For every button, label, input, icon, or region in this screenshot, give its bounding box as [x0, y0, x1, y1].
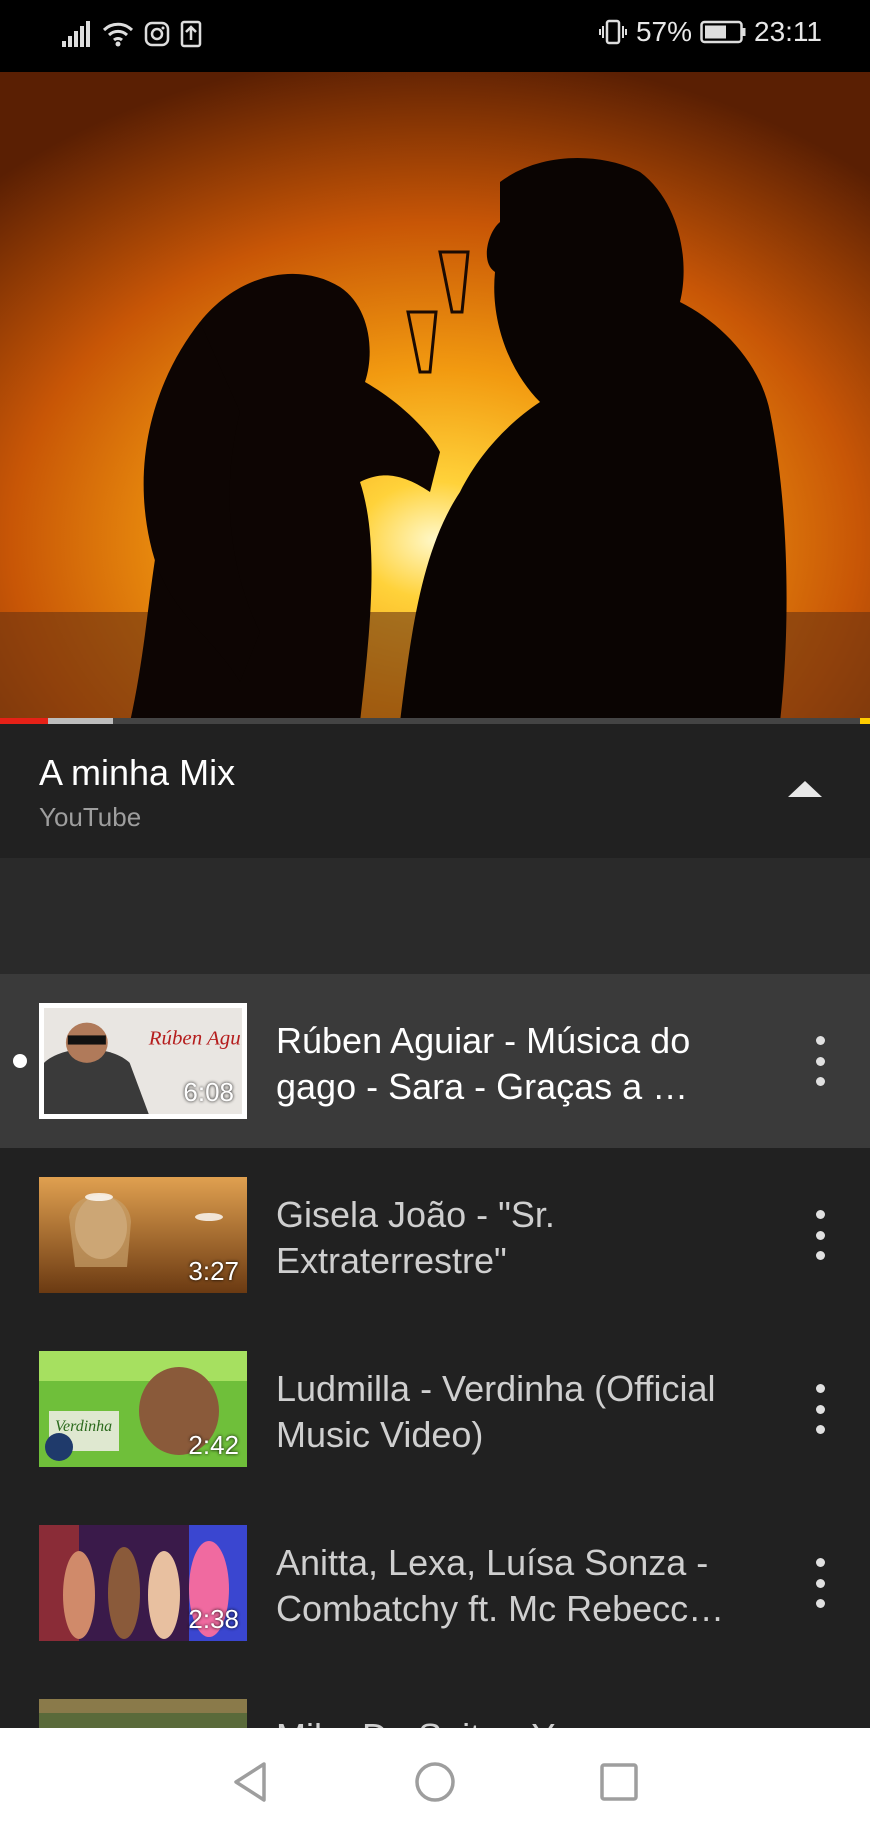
playlist-item[interactable]: Rúben Aguiar 6:08 Rúben Aguiar - Música …: [0, 974, 870, 1148]
vibrate-icon: [598, 19, 628, 45]
more-options-icon[interactable]: [800, 1032, 840, 1090]
playlist-item[interactable]: 3:27 Gisela João - "Sr. Extraterrestre": [0, 1148, 870, 1322]
status-bar: 57% 23:11: [0, 0, 870, 72]
video-duration: 6:08: [183, 1077, 234, 1107]
video-title: Ludmilla - Verdinha (Official Music Vide…: [276, 1368, 716, 1455]
battery-icon: [700, 20, 746, 44]
recents-icon: [600, 1763, 638, 1801]
playlist-spacer: [0, 858, 870, 974]
battery-percentage: 57%: [635, 16, 692, 47]
playlist-items: Rúben Aguiar 6:08 Rúben Aguiar - Música …: [0, 974, 870, 1728]
playlist-subtitle: YouTube: [39, 802, 142, 832]
back-icon: [234, 1762, 266, 1802]
video-thumbnail: Verdinha 2:42: [39, 1351, 247, 1467]
video-thumbnail: Rúben Aguiar 6:08: [39, 1003, 247, 1119]
playlist-item[interactable]: Verdinha 2:42 Ludmilla - Verdinha (Offic…: [0, 1322, 870, 1496]
thumbnail-logo-text: Verdinha: [55, 1418, 112, 1435]
upload-icon: [180, 20, 202, 48]
playlist-item[interactable]: 2:38 Anitta, Lexa, Luísa Sonza - Combatc…: [0, 1496, 870, 1670]
system-navigation-bar: [0, 1728, 870, 1836]
video-title: Mika De Saito - Y: [276, 1714, 766, 1728]
playlist-header[interactable]: A minha Mix YouTube: [0, 724, 870, 858]
video-title: Anitta, Lexa, Luísa Sonza - Combatchy ft…: [276, 1542, 725, 1629]
playlist-item[interactable]: Mika De Saito - Y: [0, 1670, 870, 1728]
back-button[interactable]: [222, 1754, 278, 1810]
video-frame: [0, 72, 870, 722]
collapse-playlist-button[interactable]: [780, 764, 830, 814]
more-options-icon[interactable]: [800, 1380, 840, 1438]
thumbnail-logo-text: Rúben Aguiar: [148, 1028, 242, 1050]
playlist-title: A minha Mix: [39, 752, 236, 793]
more-options-icon[interactable]: [800, 1206, 840, 1264]
home-icon: [415, 1762, 455, 1802]
video-duration: 2:42: [188, 1430, 239, 1460]
video-duration: 2:38: [188, 1604, 239, 1634]
more-options-icon[interactable]: [800, 1554, 840, 1612]
now-playing-indicator: [13, 1054, 27, 1068]
signal-icon: [62, 21, 92, 47]
clock: 23:11: [754, 16, 822, 47]
video-duration: 3:27: [188, 1256, 239, 1286]
video-player[interactable]: [0, 72, 870, 722]
wifi-icon: [102, 21, 134, 47]
chevron-up-icon: [788, 781, 822, 797]
video-thumbnail: 2:38: [39, 1525, 247, 1641]
video-thumbnail: [39, 1699, 247, 1728]
video-title: Rúben Aguiar - Música do gago - Sara - G…: [276, 1020, 691, 1107]
instagram-icon: [144, 21, 170, 47]
recents-button[interactable]: [591, 1754, 647, 1810]
video-thumbnail: 3:27: [39, 1177, 247, 1293]
video-title: Gisela João - "Sr. Extraterrestre": [276, 1194, 555, 1281]
home-button[interactable]: [407, 1754, 463, 1810]
